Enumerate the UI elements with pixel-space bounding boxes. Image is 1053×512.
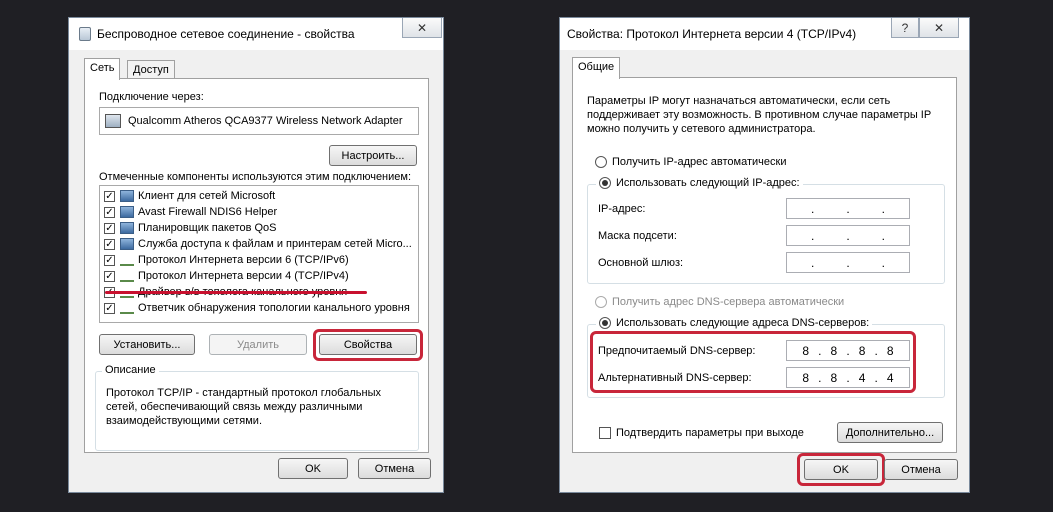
advanced-button[interactable]: Дополнительно... [837, 422, 943, 443]
tab-general[interactable]: Общие [572, 57, 621, 79]
highlight-underline [105, 291, 367, 294]
adapter-name: Qualcomm Atheros QCA9377 Wireless Networ… [128, 115, 403, 127]
tab-sharing[interactable]: Доступ [127, 60, 175, 78]
list-item[interactable]: ✓ Клиент для сетей Microsoft [104, 188, 275, 204]
component-label: Протокол Интернета версии 6 (TCP/IPv6) [138, 254, 349, 266]
checkbox-checked[interactable]: ✓ [104, 238, 115, 250]
component-label: Ответчик обнаружения топологии канальног… [138, 302, 410, 314]
highlight-box [313, 329, 423, 361]
remove-button[interactable]: Удалить [209, 334, 307, 355]
network-service-icon [120, 222, 134, 234]
subnet-mask-label: Маска подсети: [598, 230, 677, 242]
ip-auto-label: Получить IP-адрес автоматически [612, 156, 787, 168]
radio-dns-manual[interactable] [599, 317, 611, 329]
title-bar: Свойства: Протокол Интернета версии 4 (T… [560, 18, 969, 50]
list-item[interactable]: ✓ Служба доступа к файлам и принтерам се… [104, 236, 412, 252]
checkbox-checked[interactable]: ✓ [104, 222, 115, 234]
intro-text: Параметры IP могут назначаться автоматич… [587, 95, 931, 135]
component-label: Служба доступа к файлам и принтерам сете… [138, 238, 412, 250]
list-item[interactable]: ✓ Avast Firewall NDIS6 Helper [104, 204, 277, 220]
network-service-icon [120, 206, 134, 218]
dialog-title: Свойства: Протокол Интернета версии 4 (T… [567, 27, 857, 41]
validate-checkbox[interactable] [599, 427, 611, 439]
checkbox-checked[interactable]: ✓ [104, 302, 115, 314]
dns-auto-label: Получить адрес DNS-сервера автоматически [612, 296, 845, 308]
ipv4-properties-dialog: Свойства: Протокол Интернета версии 4 (T… [559, 17, 970, 493]
protocol-icon [120, 307, 134, 314]
highlight-box [797, 453, 885, 486]
network-service-icon [120, 238, 134, 250]
network-adapter-icon [105, 114, 121, 128]
protocol-icon [120, 275, 134, 282]
install-button[interactable]: Установить... [99, 334, 195, 355]
radio-ip-auto[interactable] [595, 156, 607, 168]
adapter-box: Qualcomm Atheros QCA9377 Wireless Networ… [99, 107, 419, 135]
connect-via-label: Подключение через: [99, 91, 204, 103]
ip-auto-option[interactable]: Получить IP-адрес автоматически [595, 156, 786, 168]
ip-settings-group: Использовать следующий IP-адрес: IP-адре… [587, 177, 945, 284]
list-item[interactable]: ✓ Ответчик обнаружения топологии канальн… [104, 300, 410, 316]
network-client-icon [120, 190, 134, 202]
ip-address-label: IP-адрес: [598, 203, 646, 215]
gateway-label: Основной шлюз: [598, 257, 684, 269]
help-button[interactable]: ? [891, 18, 919, 38]
tab-network[interactable]: Сеть [84, 58, 121, 80]
help-icon: ? [901, 20, 909, 35]
highlight-box [590, 331, 916, 393]
dns-auto-option[interactable]: Получить адрес DNS-сервера автоматически [595, 296, 844, 308]
tab-panel-network: Подключение через: Qualcomm Atheros QCA9… [84, 78, 429, 453]
component-label: Avast Firewall NDIS6 Helper [138, 206, 278, 218]
validate-option[interactable]: Подтвердить параметры при выходе [599, 427, 804, 439]
dns-manual-option[interactable]: Использовать следующие адреса DNS-сервер… [596, 317, 873, 329]
description-text: Протокол TCP/IP - стандартный протокол г… [106, 387, 381, 427]
title-bar: Беспроводное сетевое соединение - свойст… [69, 18, 443, 50]
checkbox-checked[interactable]: ✓ [104, 190, 115, 202]
tab-panel-general: Параметры IP могут назначаться автоматич… [572, 77, 957, 453]
checkbox-checked[interactable]: ✓ [104, 206, 115, 218]
subnet-mask-field[interactable]: ... [786, 225, 910, 246]
dns-settings-group: Использовать следующие адреса DNS-сервер… [587, 317, 945, 398]
checkbox-checked[interactable]: ✓ [104, 270, 115, 282]
adapter-properties-dialog: Беспроводное сетевое соединение - свойст… [68, 17, 444, 493]
configure-button[interactable]: Настроить... [329, 145, 417, 166]
description-group: Описание Протокол TCP/IP - стандартный п… [95, 364, 419, 451]
ip-manual-label: Использовать следующий IP-адрес: [616, 177, 800, 189]
ok-button[interactable]: OK [278, 458, 348, 479]
cancel-button[interactable]: Отмена [884, 459, 958, 480]
validate-label: Подтвердить параметры при выходе [616, 427, 804, 439]
protocol-icon [120, 259, 134, 266]
cancel-button[interactable]: Отмена [358, 458, 431, 479]
ip-manual-option[interactable]: Использовать следующий IP-адрес: [596, 177, 803, 189]
close-icon: ✕ [416, 20, 428, 35]
close-icon: ✕ [933, 20, 945, 35]
component-label: Протокол Интернета версии 4 (TCP/IPv4) [138, 270, 349, 282]
component-label: Планировщик пакетов QoS [138, 222, 277, 234]
close-button[interactable]: ✕ [919, 18, 959, 38]
close-button[interactable]: ✕ [402, 18, 442, 38]
network-icon [79, 27, 91, 41]
dialog-title: Беспроводное сетевое соединение - свойст… [97, 27, 355, 41]
ip-address-field[interactable]: ... [786, 198, 910, 219]
gateway-field[interactable]: ... [786, 252, 910, 273]
checkbox-checked[interactable]: ✓ [104, 254, 115, 266]
components-label: Отмеченные компоненты используются этим … [99, 171, 412, 183]
list-item[interactable]: ✓ Протокол Интернета версии 6 (TCP/IPv6) [104, 252, 349, 268]
radio-ip-manual[interactable] [599, 177, 611, 189]
description-label: Описание [102, 364, 159, 376]
list-item-ipv4[interactable]: ✓ Протокол Интернета версии 4 (TCP/IPv4) [104, 268, 349, 284]
list-item[interactable]: ✓ Планировщик пакетов QoS [104, 220, 277, 236]
radio-dns-auto[interactable] [595, 296, 607, 308]
component-label: Клиент для сетей Microsoft [138, 190, 276, 202]
dns-manual-label: Использовать следующие адреса DNS-сервер… [616, 317, 870, 329]
components-list[interactable]: ✓ Клиент для сетей Microsoft ✓ Avast Fir… [99, 185, 419, 323]
